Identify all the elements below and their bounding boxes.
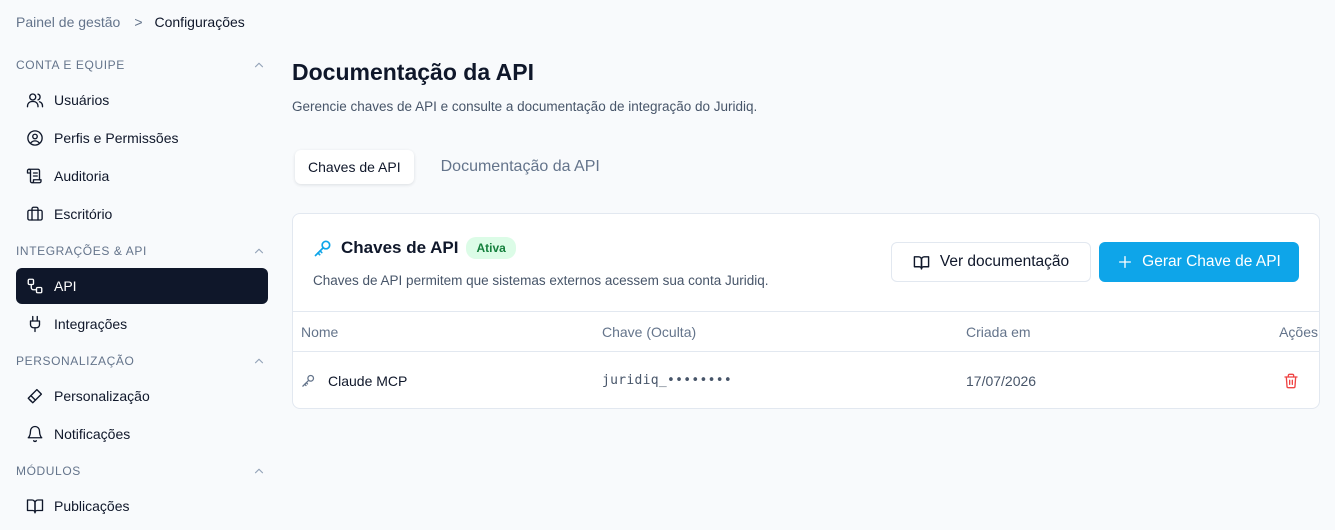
masked-key: juridiq_•••••••• (602, 373, 733, 388)
section-personalizacao[interactable]: PERSONALIZAÇÃO (16, 344, 268, 378)
sidebar-item-label: Usuários (54, 92, 110, 108)
chevron-up-icon (254, 468, 264, 474)
sidebar-item-personalizacao[interactable]: Personalização (16, 378, 268, 414)
cell-actions (1239, 352, 1319, 409)
settings-sidebar: CONTA E EQUIPE Usuários Perfis e Permiss… (16, 48, 268, 526)
generate-api-key-button[interactable]: Gerar Chave de API (1099, 242, 1299, 282)
route-icon (26, 277, 44, 295)
sidebar-item-label: Personalização (54, 388, 150, 404)
column-header-chave: Chave (Oculta) (602, 323, 697, 340)
view-docs-button[interactable]: Ver documentação (891, 242, 1091, 282)
sidebar-item-publicacoes[interactable]: Publicações (16, 488, 268, 524)
sidebar-item-notificacoes[interactable]: Notificações (16, 416, 268, 452)
book-open-icon (913, 255, 930, 270)
user-circle-icon (26, 129, 44, 147)
users-icon (26, 91, 44, 109)
generate-api-key-label: Gerar Chave de API (1142, 253, 1281, 270)
created-date: 17/07/2026 (966, 372, 1037, 389)
card-title: Chaves de API (341, 238, 459, 257)
api-keys-card: Chaves de API Ativa Chaves de API permit… (292, 213, 1320, 409)
cell-key: juridiq_•••••••• (602, 352, 732, 409)
tab-chaves-de-api[interactable]: Chaves de API (295, 150, 414, 184)
table-header: Nome Chave (Oculta) Criada em Ações (293, 311, 1319, 352)
view-docs-label: Ver documentação (939, 253, 1070, 270)
chevron-up-icon (254, 358, 264, 364)
section-integracoes-api[interactable]: INTEGRAÇÕES & API (16, 234, 268, 268)
sidebar-item-label: API (54, 278, 77, 294)
column-header-acoes: Ações (1279, 323, 1318, 340)
table-row: Claude MCP juridiq_•••••••• 17/07/2026 (293, 352, 1319, 409)
page-title: Documentação da API (292, 59, 534, 85)
breadcrumb-separator: > (134, 14, 143, 30)
page-subtitle: Gerencie chaves de API e consulte a docu… (292, 99, 758, 114)
brush-icon (26, 387, 44, 405)
column-header-nome: Nome (301, 323, 339, 340)
section-title: CONTA E EQUIPE (16, 58, 125, 72)
sidebar-item-label: Notificações (54, 426, 131, 442)
sidebar-item-auditoria[interactable]: Auditoria (16, 158, 268, 194)
sidebar-item-usuarios[interactable]: Usuários (16, 82, 268, 118)
key-name: Claude MCP (328, 372, 408, 389)
sidebar-item-perfis[interactable]: Perfis e Permissões (16, 120, 268, 156)
card-header: Chaves de API Ativa (313, 237, 516, 259)
plus-icon (1119, 256, 1132, 268)
section-modulos[interactable]: MÓDULOS (16, 454, 268, 488)
section-title: MÓDULOS (16, 464, 81, 478)
trash-icon[interactable] (1283, 373, 1299, 389)
plug-icon (26, 315, 44, 333)
scroll-icon (26, 167, 44, 185)
breadcrumb-parent-link[interactable]: Painel de gestão (16, 14, 120, 30)
breadcrumb: Painel de gestão > Configurações (16, 14, 245, 30)
sidebar-item-label: Escritório (54, 206, 113, 222)
cell-name: Claude MCP (301, 352, 407, 409)
tab-list: Chaves de API Documentação da API (292, 150, 613, 184)
sidebar-item-escritorio[interactable]: Escritório (16, 196, 268, 232)
key-icon (302, 374, 315, 387)
book-icon (26, 497, 44, 515)
column-header-criada-em: Criada em (966, 323, 1031, 340)
section-title: INTEGRAÇÕES & API (16, 244, 147, 258)
sidebar-item-label: Publicações (54, 498, 130, 514)
briefcase-icon (26, 205, 44, 223)
tab-documentacao-da-api[interactable]: Documentação da API (428, 150, 613, 184)
card-description: Chaves de API permitem que sistemas exte… (313, 273, 769, 288)
sidebar-item-label: Perfis e Permissões (54, 130, 179, 146)
section-title: PERSONALIZAÇÃO (16, 354, 135, 368)
chevron-up-icon (254, 62, 264, 68)
status-badge: Ativa (466, 237, 516, 259)
sidebar-item-label: Auditoria (54, 168, 110, 184)
breadcrumb-current: Configurações (154, 14, 245, 30)
sidebar-item-label: Integrações (54, 316, 128, 332)
sidebar-item-integracoes[interactable]: Integrações (16, 306, 268, 342)
section-conta-equipe[interactable]: CONTA E EQUIPE (16, 48, 268, 82)
chevron-up-icon (254, 248, 264, 254)
cell-created: 17/07/2026 (966, 352, 1036, 409)
key-icon (314, 240, 331, 257)
bell-icon (26, 425, 44, 443)
sidebar-item-api[interactable]: API (16, 268, 268, 304)
